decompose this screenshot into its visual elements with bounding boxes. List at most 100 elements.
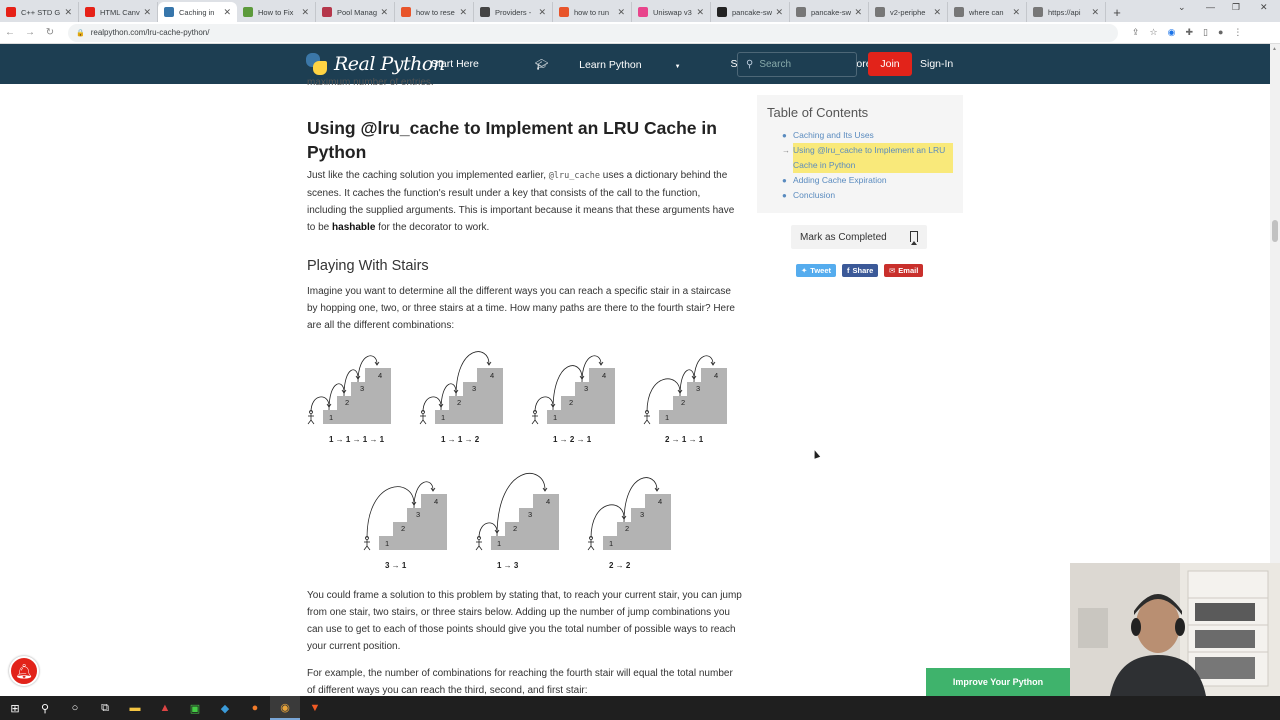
tab-close-icon[interactable]: ✕ <box>223 7 231 18</box>
browser-tab[interactable]: Providers - ✕ <box>474 2 553 22</box>
tab-title: Uniswap v3 <box>653 7 692 17</box>
stair-number: 4 <box>602 371 606 380</box>
url-field[interactable]: 🔒 realpython.com/lru-cache-python/ <box>68 23 1118 42</box>
tab-favicon-icon <box>1033 7 1043 17</box>
facebook-icon: f <box>847 266 850 275</box>
staircase-diagram: 1 2 3 4 <box>475 473 559 551</box>
mouse-cursor-icon <box>811 449 821 459</box>
browser-tab-strip: C++ STD G ✕ HTML Canv ✕ Caching in ✕ How to Fi… <box>0 0 1280 22</box>
tab-title: Pool Manag <box>337 7 378 17</box>
browser-tab[interactable]: C++ STD G ✕ <box>0 2 79 22</box>
file-explorer-icon[interactable]: ▬ <box>120 696 150 720</box>
new-tab-button[interactable]: + <box>1106 2 1128 22</box>
search-icon: ⚲ <box>746 59 754 70</box>
stair-number: 3 <box>584 384 588 393</box>
browser-tab[interactable]: Pool Manag ✕ <box>316 2 395 22</box>
facebook-share-button[interactable]: f Share <box>842 264 879 277</box>
browser-tab[interactable]: Caching in ✕ <box>158 2 237 22</box>
kebab-menu-icon[interactable]: ⋮ <box>1233 27 1242 38</box>
tab-close-icon[interactable]: ✕ <box>64 7 72 18</box>
toc-item-expiration[interactable]: ● Adding Cache Expiration <box>767 173 953 188</box>
tab-close-icon[interactable]: ✕ <box>143 7 151 18</box>
stick-figure-icon <box>587 536 595 551</box>
tab-title: pancake-sw <box>732 7 773 17</box>
tab-close-icon[interactable]: ✕ <box>301 7 309 18</box>
browser-tab[interactable]: pancake-sw ✕ <box>790 2 869 22</box>
browser-tab[interactable]: where can ✕ <box>948 2 1027 22</box>
browser-tab[interactable]: pancake-sw ✕ <box>711 2 790 22</box>
forward-button[interactable]: → <box>20 27 40 38</box>
scroll-up-arrow-icon[interactable]: ▲ <box>1272 46 1277 52</box>
site-logo[interactable]: Real Python <box>306 53 445 75</box>
profile-icon[interactable]: ● <box>1218 27 1223 38</box>
staircase-diagram: 1 2 3 4 <box>307 355 391 425</box>
sidepanel-icon[interactable]: ▯ <box>1203 27 1208 38</box>
puzzle-icon[interactable]: ✚ <box>1185 27 1193 38</box>
vscode-icon[interactable]: ◆ <box>210 696 240 720</box>
browser-tab[interactable]: https://api ✕ <box>1027 2 1106 22</box>
tab-close-icon[interactable]: ✕ <box>380 7 388 18</box>
search-input[interactable]: ⚲ Search <box>737 52 857 77</box>
close-window-icon[interactable]: ✕ <box>1260 2 1268 13</box>
tab-favicon-icon <box>322 7 332 17</box>
maximize-icon[interactable]: ❐ <box>1232 2 1240 13</box>
paragraph-lru-intro: Just like the caching solution you imple… <box>307 170 735 233</box>
tweet-button[interactable]: ✦ Tweet <box>796 264 836 277</box>
tab-close-icon[interactable]: ✕ <box>854 7 862 18</box>
search-icon[interactable]: ⚲ <box>30 696 60 720</box>
toc-item-lru-cache[interactable]: → Using @lru_cache to Implement an LRU Ca… <box>782 143 953 173</box>
app-icon-red[interactable]: ▲ <box>150 696 180 720</box>
email-share-button[interactable]: ✉ Email <box>884 264 924 277</box>
bookmark-star-icon[interactable]: ☆ <box>1150 27 1158 38</box>
tab-close-icon[interactable]: ✕ <box>538 7 546 18</box>
tab-close-icon[interactable]: ✕ <box>1012 7 1020 18</box>
tab-title: pancake-sw <box>811 7 852 17</box>
stair-number: 2 <box>569 398 573 407</box>
logo-text: Real Python <box>334 53 445 75</box>
tab-close-icon[interactable]: ✕ <box>459 7 467 18</box>
app-icon-green[interactable]: ▣ <box>180 696 210 720</box>
tab-close-icon[interactable]: ✕ <box>1091 7 1099 18</box>
stair-number: 4 <box>714 371 718 380</box>
extension-icon[interactable]: ◉ <box>1168 27 1176 38</box>
twitter-icon: ✦ <box>801 266 808 275</box>
tab-close-icon[interactable]: ✕ <box>617 7 625 18</box>
stair-combination-label: 1 → 1 → 2 <box>441 435 480 444</box>
extension-icons: ⇪ ☆ ◉ ✚ ▯ ● ⋮ <box>1132 27 1242 38</box>
nav-start-here[interactable]: Start Here <box>431 58 507 70</box>
brave-icon[interactable]: ▼ <box>300 696 330 720</box>
tab-search-icon[interactable]: ⌄ <box>1178 2 1186 13</box>
share-icon[interactable]: ⇪ <box>1132 27 1140 38</box>
task-view-icon[interactable]: ⧉ <box>90 696 120 720</box>
browser-tab[interactable]: how to run ✕ <box>553 2 632 22</box>
browser-tab[interactable]: v2-periphe ✕ <box>869 2 948 22</box>
notification-bell-icon[interactable]: 🔔︎ <box>9 656 39 686</box>
toc-item-conclusion[interactable]: ● Conclusion <box>767 188 953 203</box>
nav-learn-python[interactable]: 🎓︎ Learn Python ▼ <box>535 58 709 71</box>
stair-number: 2 <box>625 524 629 533</box>
reload-button[interactable]: ↻ <box>40 27 60 38</box>
browser-tab[interactable]: how to rese ✕ <box>395 2 474 22</box>
browser-tab[interactable]: Uniswap v3 ✕ <box>632 2 711 22</box>
browser-tab[interactable]: How to Fix ✕ <box>237 2 316 22</box>
mark-completed-button[interactable]: Mark as Completed <box>791 225 927 249</box>
improve-your-python-button[interactable]: Improve Your Python <box>926 668 1070 696</box>
scrollbar-thumb[interactable] <box>1272 220 1278 242</box>
tab-favicon-icon <box>796 7 806 17</box>
join-button[interactable]: Join <box>868 52 912 76</box>
minimize-icon[interactable]: — <box>1206 2 1215 12</box>
stair-number: 4 <box>378 371 382 380</box>
browser-tab[interactable]: HTML Canv ✕ <box>79 2 158 22</box>
hop-arrow <box>478 522 498 539</box>
tab-close-icon[interactable]: ✕ <box>696 7 704 18</box>
tab-close-icon[interactable]: ✕ <box>933 7 941 18</box>
windows-start-icon[interactable]: ⊞ <box>0 696 30 720</box>
toc-item-caching[interactable]: ● Caching and Its Uses <box>767 128 953 143</box>
tab-close-icon[interactable]: ✕ <box>775 7 783 18</box>
firefox-icon[interactable]: ● <box>240 696 270 720</box>
signin-link[interactable]: Sign-In <box>920 44 953 84</box>
back-button[interactable]: ← <box>0 27 20 38</box>
cortana-icon[interactable]: ○ <box>60 696 90 720</box>
cut-off-text: maximum number of entries. <box>307 78 434 88</box>
chrome-icon[interactable]: ◉ <box>270 696 300 720</box>
